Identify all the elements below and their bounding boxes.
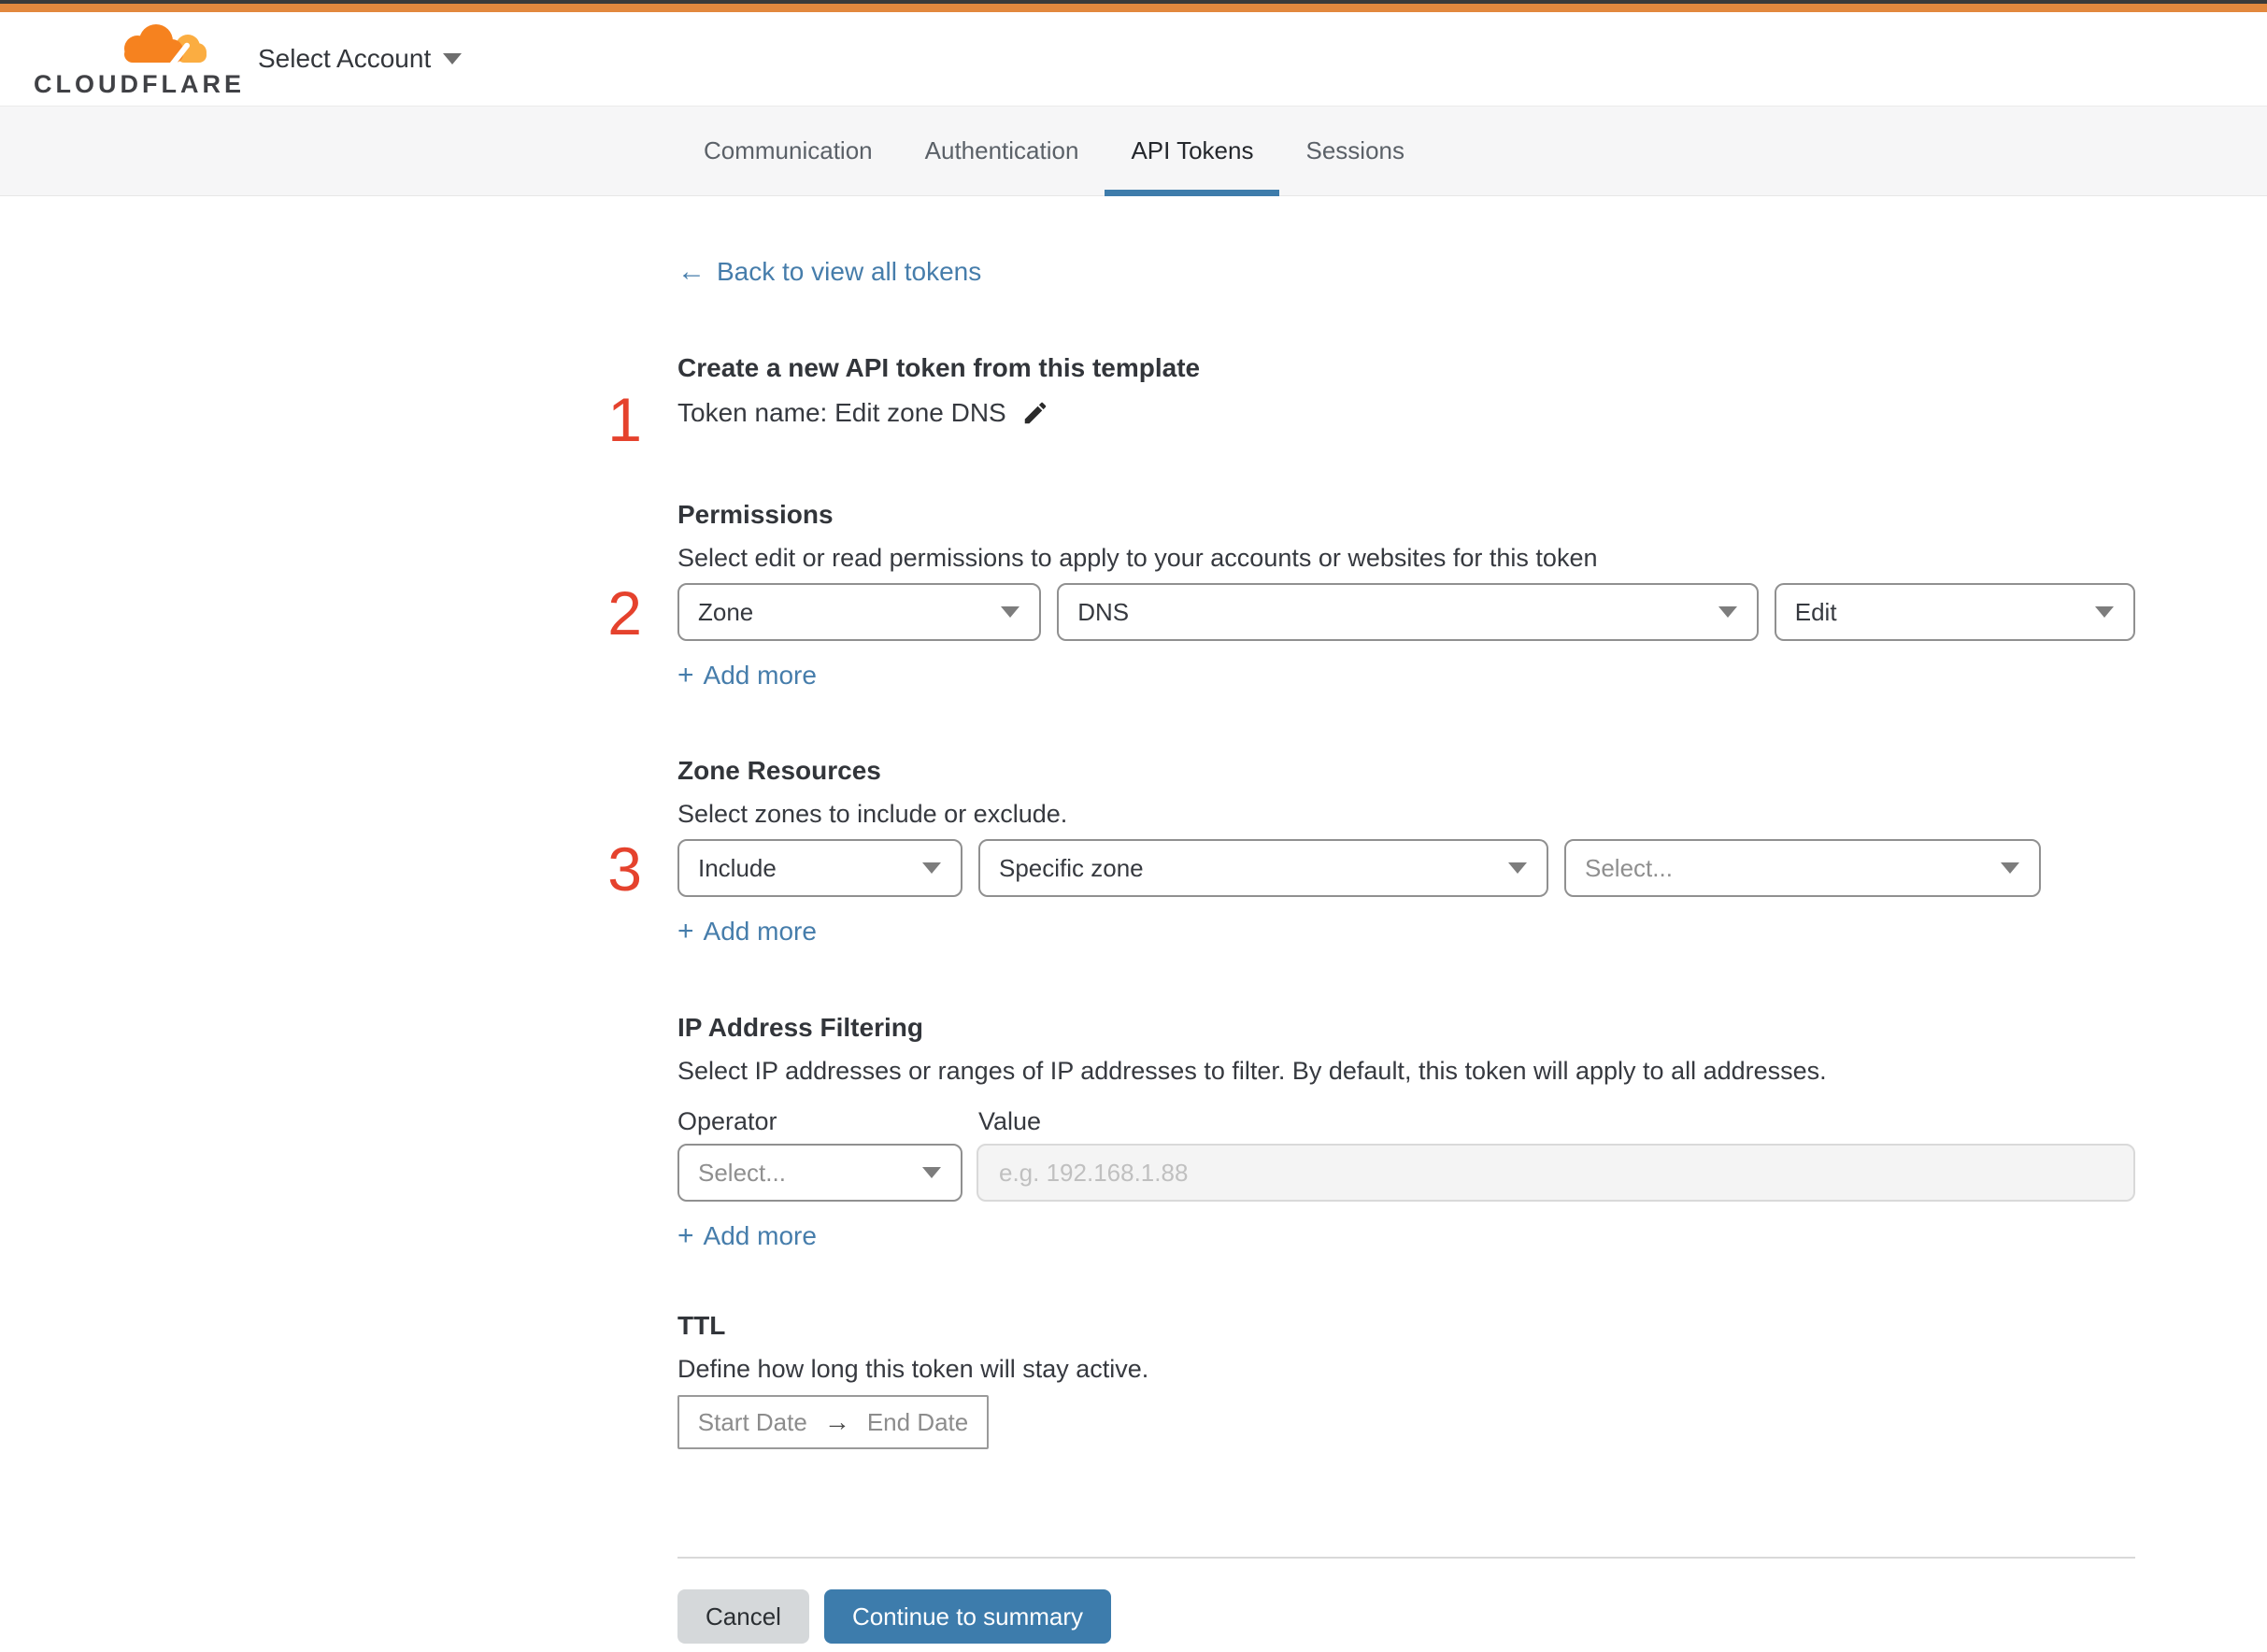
cloudflare-api-token-page: CLOUDFLARE Select Account Communication … bbox=[0, 0, 2267, 1644]
section-zone-resources: 3 Zone Resources Select zones to include… bbox=[607, 756, 2135, 947]
app-header: CLOUDFLARE Select Account bbox=[0, 12, 2267, 106]
value-label: Value bbox=[978, 1107, 1042, 1135]
tab-label: Authentication bbox=[924, 136, 1079, 164]
cloudflare-cloud-icon bbox=[124, 23, 207, 67]
chevron-down-icon bbox=[1508, 862, 1527, 874]
add-more-label: Add more bbox=[703, 917, 817, 946]
back-link[interactable]: ← Back to view all tokens bbox=[677, 256, 981, 288]
ttl-description: Define how long this token will stay act… bbox=[677, 1355, 1149, 1383]
zone-type-select[interactable]: Specific zone bbox=[978, 839, 1548, 897]
section-title-create-token: Create a new API token from this templat… bbox=[677, 353, 1201, 382]
chevron-down-icon bbox=[922, 862, 941, 874]
back-arrow-icon: ← bbox=[677, 256, 706, 287]
ip-filtering-description: Select IP addresses or ranges of IP addr… bbox=[677, 1057, 1827, 1085]
tab-api-tokens[interactable]: API Tokens bbox=[1105, 107, 1280, 196]
tab-label: Sessions bbox=[1305, 136, 1404, 164]
cloudflare-logo-text: CLOUDFLARE bbox=[34, 69, 245, 98]
section-ip-filtering: IP Address Filtering Select IP addresses… bbox=[677, 1013, 2135, 1252]
permission-scope-value: Zone bbox=[698, 597, 754, 626]
token-name-text: Token name: Edit zone DNS bbox=[677, 398, 1006, 427]
add-more-label: Add more bbox=[703, 661, 817, 690]
zone-include-select[interactable]: Include bbox=[677, 839, 962, 897]
tab-bar: Communication Authentication API Tokens … bbox=[0, 106, 2267, 196]
tab-communication[interactable]: Communication bbox=[677, 107, 899, 195]
operator-label: Operator bbox=[677, 1107, 777, 1135]
ttl-title: TTL bbox=[677, 1311, 726, 1340]
token-form: ← Back to view all tokens 1 Create a new… bbox=[607, 196, 2135, 1644]
tab-label: Communication bbox=[704, 136, 873, 164]
add-more-label: Add more bbox=[703, 1221, 817, 1250]
account-selector[interactable]: Select Account bbox=[258, 44, 463, 74]
plus-icon: + bbox=[677, 660, 694, 691]
chevron-down-icon bbox=[2095, 606, 2114, 618]
permission-level-select[interactable]: Edit bbox=[1774, 583, 2135, 641]
zone-type-value: Specific zone bbox=[999, 853, 1144, 882]
chevron-down-icon bbox=[2001, 862, 2019, 874]
ip-filtering-add-more-link[interactable]: + Add more bbox=[677, 1220, 817, 1252]
ip-filtering-title: IP Address Filtering bbox=[677, 1013, 923, 1042]
chevron-down-icon bbox=[1001, 606, 1020, 618]
step-marker-2: 2 bbox=[607, 578, 642, 648]
tab-sessions[interactable]: Sessions bbox=[1279, 107, 1431, 195]
step-marker-1: 1 bbox=[607, 385, 642, 454]
cloudflare-logo[interactable]: CLOUDFLARE bbox=[34, 20, 241, 99]
chevron-down-icon bbox=[443, 53, 463, 64]
ip-operator-placeholder: Select... bbox=[698, 1158, 786, 1187]
permissions-title: Permissions bbox=[677, 500, 834, 529]
permissions-add-more-link[interactable]: + Add more bbox=[677, 660, 817, 691]
permissions-description: Select edit or read permissions to apply… bbox=[677, 544, 1598, 572]
plus-icon: + bbox=[677, 1220, 694, 1251]
start-date-placeholder: Start Date bbox=[697, 1407, 807, 1436]
chevron-down-icon bbox=[922, 1167, 941, 1178]
permission-resource-select[interactable]: DNS bbox=[1057, 583, 1759, 641]
ttl-date-range-picker[interactable]: Start Date → End Date bbox=[677, 1395, 989, 1449]
cancel-button[interactable]: Cancel bbox=[677, 1589, 809, 1644]
footer-divider bbox=[677, 1557, 2135, 1559]
zone-resources-description: Select zones to include or exclude. bbox=[677, 800, 1068, 828]
zone-resources-title: Zone Resources bbox=[677, 756, 881, 785]
continue-to-summary-button[interactable]: Continue to summary bbox=[823, 1589, 1112, 1644]
step-marker-3: 3 bbox=[607, 834, 642, 904]
section-token-name: 1 Create a new API token from this templ… bbox=[607, 353, 2135, 450]
ip-value-input[interactable] bbox=[977, 1144, 2135, 1202]
section-permissions: 2 Permissions Select edit or read permis… bbox=[607, 500, 2135, 691]
zone-include-value: Include bbox=[698, 853, 777, 882]
brand-accent-bar bbox=[0, 4, 2267, 12]
plus-icon: + bbox=[677, 916, 694, 947]
permission-level-value: Edit bbox=[1794, 597, 1837, 626]
zone-resources-add-more-link[interactable]: + Add more bbox=[677, 916, 817, 947]
zone-name-placeholder: Select... bbox=[1585, 853, 1673, 882]
account-selector-label: Select Account bbox=[258, 44, 432, 73]
section-ttl: TTL Define how long this token will stay… bbox=[677, 1311, 2135, 1449]
right-arrow-icon: → bbox=[823, 1407, 850, 1436]
ip-operator-select[interactable]: Select... bbox=[677, 1144, 962, 1202]
permission-resource-value: DNS bbox=[1077, 597, 1130, 626]
back-link-label: Back to view all tokens bbox=[717, 257, 982, 286]
tab-authentication[interactable]: Authentication bbox=[899, 107, 1105, 195]
end-date-placeholder: End Date bbox=[866, 1407, 969, 1436]
chevron-down-icon bbox=[1718, 606, 1737, 618]
zone-name-select[interactable]: Select... bbox=[1564, 839, 2041, 897]
edit-pencil-icon[interactable] bbox=[1021, 399, 1049, 427]
tab-label: API Tokens bbox=[1131, 136, 1254, 164]
footer-actions: Cancel Continue to summary bbox=[677, 1589, 2135, 1644]
permission-scope-select[interactable]: Zone bbox=[677, 583, 1042, 641]
